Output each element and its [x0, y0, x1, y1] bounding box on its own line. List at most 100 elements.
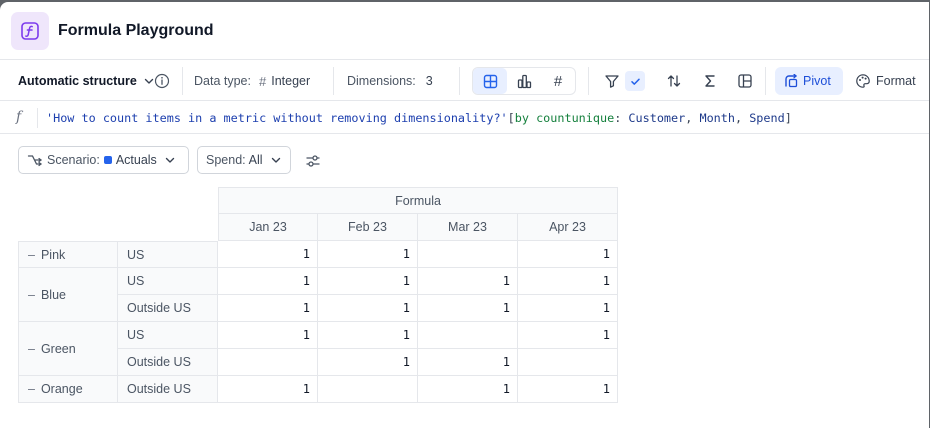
scenario-color-dot: [103, 156, 112, 164]
bar-chart-icon: [517, 74, 531, 88]
table-cell[interactable]: 1: [518, 241, 618, 268]
view-toggle-group: #: [472, 67, 576, 95]
table-cell[interactable]: 1: [318, 268, 418, 295]
table-cell[interactable]: 1: [318, 349, 418, 376]
sigma-icon: [705, 75, 715, 87]
pivot-label: Pivot: [803, 74, 831, 88]
table-cell[interactable]: [318, 376, 418, 403]
scenario-value: Actuals: [115, 153, 157, 167]
number-view-button[interactable]: #: [541, 68, 575, 94]
sort-button[interactable]: [663, 70, 685, 92]
column-header[interactable]: Mar 23: [418, 214, 518, 241]
table-cell[interactable]: 1: [218, 295, 318, 322]
formula-dimension: Spend: [749, 111, 785, 125]
toolbar-divider: [765, 67, 766, 95]
chart-view-button[interactable]: [507, 68, 541, 94]
row-group-orange[interactable]: – Orange: [18, 376, 118, 403]
pivot-button[interactable]: Pivot: [775, 67, 843, 95]
row-header-region: US: [118, 241, 218, 268]
table-cell[interactable]: 1: [318, 322, 418, 349]
hash-icon: #: [553, 72, 563, 90]
row-group-green[interactable]: – Green: [18, 322, 118, 376]
row-group-label: Pink: [40, 247, 66, 262]
table-cell[interactable]: [218, 349, 318, 376]
table-view-button[interactable]: [473, 68, 507, 94]
column-header[interactable]: Feb 23: [318, 214, 418, 241]
hash-icon: #: [258, 73, 267, 89]
toolbar-divider: [333, 67, 334, 95]
formula-keyword: by countunique: [514, 111, 615, 125]
sliders-icon: [306, 155, 320, 167]
filter-button[interactable]: [601, 70, 623, 92]
toolbar: Automatic structure Data type: # Integer…: [0, 61, 929, 101]
table-cell[interactable]: 1: [418, 295, 518, 322]
formula-comma: ,: [685, 111, 700, 125]
format-button[interactable]: Format: [855, 67, 916, 95]
app-window: Formula Playground Automatic structure D…: [0, 2, 929, 428]
spend-value: All: [248, 153, 263, 167]
formula-comma: ,: [734, 111, 750, 125]
formula-bar[interactable]: f 'How to count items in a metric withou…: [0, 102, 929, 134]
spend-label: Spend:: [206, 153, 246, 167]
table-cell[interactable]: 1: [518, 295, 618, 322]
row-header-region: Outside US: [118, 295, 218, 322]
table-cell[interactable]: [418, 241, 518, 268]
structure-label: Automatic structure: [18, 74, 137, 88]
scenario-filter[interactable]: Scenario: Actuals: [18, 146, 189, 174]
filter-active-toggle[interactable]: [625, 71, 645, 91]
table-cell[interactable]: 1: [218, 322, 318, 349]
row-group-label: Orange: [40, 382, 83, 396]
formula-dimension: Month: [699, 111, 735, 125]
chevron-down-icon: [144, 78, 153, 84]
row-header-region: US: [118, 268, 218, 295]
formula-divider: [37, 108, 38, 128]
table-cell[interactable]: 1: [218, 268, 318, 295]
row-group-pink[interactable]: – Pink: [18, 241, 118, 268]
table-cell[interactable]: 1: [418, 268, 518, 295]
totals-button[interactable]: [699, 70, 721, 92]
info-icon[interactable]: [154, 61, 170, 101]
dimensions-indicator: Dimensions: 3: [347, 61, 433, 101]
collapse-icon[interactable]: –: [28, 382, 35, 396]
column-header[interactable]: Jan 23: [218, 214, 318, 241]
formula-dimension: Customer: [628, 111, 686, 125]
spend-filter[interactable]: Spend: All: [197, 146, 291, 174]
function-icon: f: [16, 109, 22, 125]
collapse-icon[interactable]: –: [28, 248, 35, 262]
check-icon: [630, 78, 640, 85]
dimensions-value: 3: [425, 74, 433, 88]
table-cell[interactable]: 1: [218, 376, 318, 403]
table-cell[interactable]: 1: [318, 295, 418, 322]
column-header[interactable]: Apr 23: [518, 214, 618, 241]
table-cell[interactable]: 1: [418, 349, 518, 376]
table-icon: [483, 74, 497, 88]
page-title: Formula Playground: [58, 22, 214, 39]
row-group-blue[interactable]: – Blue: [18, 268, 118, 322]
collapse-icon[interactable]: –: [28, 342, 35, 356]
filter-settings-button[interactable]: [303, 151, 323, 171]
format-label: Format: [876, 74, 916, 88]
table-cell[interactable]: 1: [518, 376, 618, 403]
collapse-icon[interactable]: –: [28, 288, 35, 302]
table-cell[interactable]: 1: [318, 241, 418, 268]
scenario-label: Scenario:: [47, 153, 100, 167]
formula-input[interactable]: 'How to count items in a metric without …: [46, 111, 792, 125]
layout-button[interactable]: [734, 70, 756, 92]
toolbar-divider: [459, 67, 460, 95]
formula-bracket-open: [: [507, 111, 515, 125]
table-cell[interactable]: 1: [518, 322, 618, 349]
table-cell[interactable]: 1: [518, 268, 618, 295]
chevron-down-icon: [165, 157, 175, 163]
structure-dropdown[interactable]: Automatic structure: [18, 61, 155, 101]
data-type-label: Data type:: [194, 74, 251, 88]
table-cell[interactable]: 1: [418, 376, 518, 403]
table-cell[interactable]: [418, 322, 518, 349]
chevron-down-icon: [271, 157, 280, 163]
table-cell[interactable]: [518, 349, 618, 376]
formula-string: 'How to count items in a metric without …: [46, 111, 508, 125]
data-type-indicator: Data type: # Integer: [194, 61, 310, 101]
formula-bracket-close: ]: [784, 111, 792, 125]
column-group-header: Formula: [218, 187, 618, 214]
table-cell[interactable]: 1: [218, 241, 318, 268]
pivot-icon: [785, 74, 798, 88]
